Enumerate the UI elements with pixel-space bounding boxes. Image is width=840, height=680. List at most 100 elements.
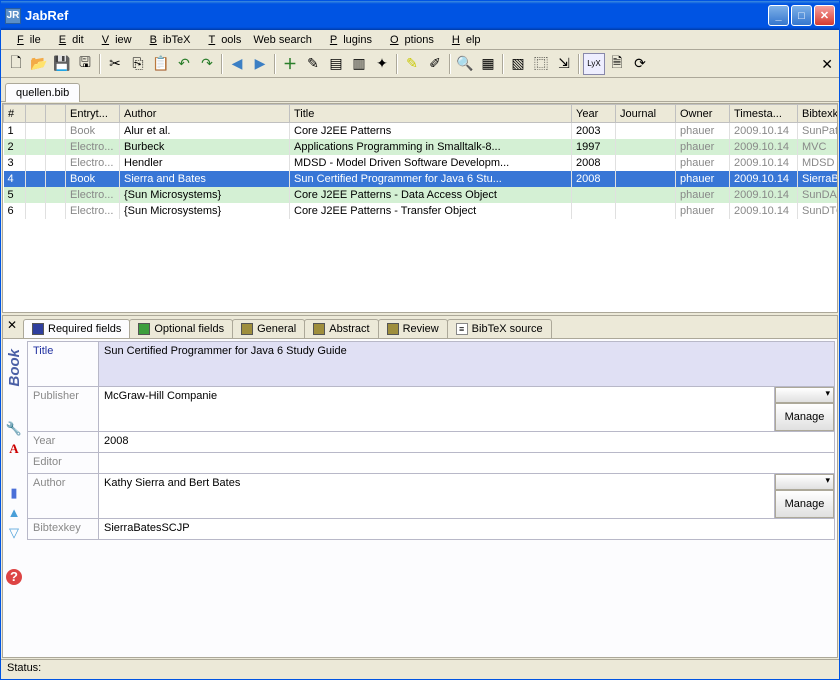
- tab-abstract-label: Abstract: [329, 323, 369, 335]
- copy-icon[interactable]: ⎘: [127, 53, 149, 75]
- input-year[interactable]: 2008: [98, 432, 834, 452]
- publisher-dropdown-icon[interactable]: ▾: [775, 387, 834, 403]
- table-row[interactable]: 6Electro...{Sun Microsystems}Core J2EE P…: [4, 203, 839, 219]
- add-entry-icon[interactable]: ＋: [279, 53, 301, 75]
- editor-close-icon[interactable]: ✕: [3, 316, 21, 338]
- label-publisher: Publisher: [28, 387, 98, 431]
- menu-plugins[interactable]: Plugins: [318, 32, 378, 48]
- tab-abstract[interactable]: Abstract: [304, 319, 378, 338]
- menu-tools[interactable]: Tools: [196, 32, 247, 48]
- redo-icon[interactable]: ↷: [196, 53, 218, 75]
- menu-edit[interactable]: Edit: [47, 32, 90, 48]
- preview-icon[interactable]: ▦: [477, 53, 499, 75]
- tab-required[interactable]: Required fields: [23, 319, 130, 338]
- mark2-icon[interactable]: ✐: [424, 53, 446, 75]
- input-bibtexkey[interactable]: SierraBatesSCJP: [98, 519, 834, 539]
- minimize-button[interactable]: _: [768, 5, 789, 26]
- input-author[interactable]: Kathy Sierra and Bert Bates: [98, 474, 774, 518]
- tab-optional[interactable]: Optional fields: [129, 319, 233, 338]
- input-publisher[interactable]: McGraw-Hill Companie: [98, 387, 774, 431]
- square-olive-icon: [387, 323, 399, 335]
- menu-options[interactable]: Options: [378, 32, 440, 48]
- entries-table: # Entryt... Author Title Year Journal Ow…: [2, 103, 838, 313]
- col-year[interactable]: Year: [572, 105, 616, 123]
- form1-icon[interactable]: ▤: [325, 53, 347, 75]
- note-icon[interactable]: 🗎: [606, 53, 628, 75]
- col-timestamp[interactable]: Timesta...: [730, 105, 798, 123]
- menu-file[interactable]: File: [5, 32, 47, 48]
- toolbar-close-icon[interactable]: ✕: [821, 56, 833, 73]
- file-tab-quellen[interactable]: quellen.bib: [5, 83, 80, 102]
- tab-required-label: Required fields: [48, 323, 121, 335]
- square-olive-icon: [313, 323, 325, 335]
- author-dropdown-icon[interactable]: ▾: [775, 474, 834, 490]
- toolbar: 🗋 📂 💾 🖫 ✂ ⎘ 📋 ↶ ↷ ◀ ▶ ＋ ✎ ▤ ▥ ✦ ✎ ✐ 🔍 ▦ …: [1, 50, 839, 78]
- table-row[interactable]: 5Electro...{Sun Microsystems}Core J2EE P…: [4, 187, 839, 203]
- tab-optional-label: Optional fields: [154, 323, 224, 335]
- publisher-manage-button[interactable]: Manage: [775, 403, 834, 431]
- author-manage-button[interactable]: Manage: [775, 490, 834, 518]
- table-row[interactable]: 4BookSierra and BatesSun Certified Progr…: [4, 171, 839, 187]
- col-author[interactable]: Author: [120, 105, 290, 123]
- search-icon[interactable]: 🔍: [454, 53, 476, 75]
- col-title[interactable]: Title: [290, 105, 572, 123]
- export-icon[interactable]: ⇲: [553, 53, 575, 75]
- table-row[interactable]: 2Electro...BurbeckApplications Programmi…: [4, 139, 839, 155]
- blue-rect-icon[interactable]: ▮: [6, 485, 22, 501]
- save-icon[interactable]: 💾: [51, 53, 73, 75]
- square-olive-icon: [241, 323, 253, 335]
- paste-icon[interactable]: 📋: [150, 53, 172, 75]
- tab-general-label: General: [257, 323, 296, 335]
- col-bibtexkey[interactable]: Bibtexkey: [798, 105, 839, 123]
- wrench-icon[interactable]: 🔧: [6, 421, 22, 437]
- close-button[interactable]: ✕: [814, 5, 835, 26]
- label-title: Title: [28, 342, 98, 386]
- window-title: JabRef: [25, 8, 768, 23]
- entry-editor: ✕ Required fields Optional fields Genera…: [2, 315, 838, 658]
- col-journal[interactable]: Journal: [616, 105, 676, 123]
- input-title[interactable]: Sun Certified Programmer for Java 6 Stud…: [98, 342, 834, 386]
- col-entrytype[interactable]: Entryt...: [66, 105, 120, 123]
- back-icon[interactable]: ◀: [226, 53, 248, 75]
- edit-entry-icon[interactable]: ✎: [302, 53, 324, 75]
- titlebar: JR JabRef _ □ ✕: [1, 1, 839, 30]
- help-icon[interactable]: ?: [6, 569, 22, 585]
- up-arrow-icon[interactable]: ▲: [6, 505, 22, 521]
- form2-icon[interactable]: ▥: [348, 53, 370, 75]
- dup-icon[interactable]: ⿴: [530, 53, 552, 75]
- mark1-icon[interactable]: ✎: [401, 53, 423, 75]
- table-row[interactable]: 1BookAlur et al.Core J2EE Patterns2003ph…: [4, 123, 839, 139]
- tab-source[interactable]: ≡ BibTeX source: [447, 319, 552, 338]
- cols-icon[interactable]: ▧: [507, 53, 529, 75]
- menu-view[interactable]: View: [90, 32, 138, 48]
- down-arrow-icon[interactable]: ▽: [6, 525, 22, 541]
- menu-help[interactable]: Help: [440, 32, 487, 48]
- col-icon1[interactable]: [26, 105, 46, 123]
- square-blue-icon: [32, 323, 44, 335]
- col-icon2[interactable]: [46, 105, 66, 123]
- wand-icon[interactable]: ✦: [371, 53, 393, 75]
- menu-bibtex[interactable]: BibTeX: [138, 32, 197, 48]
- pdf-icon[interactable]: A: [6, 441, 22, 457]
- tab-review[interactable]: Review: [378, 319, 448, 338]
- input-editor[interactable]: [98, 453, 834, 473]
- tab-general[interactable]: General: [232, 319, 305, 338]
- tab-source-label: BibTeX source: [472, 323, 543, 335]
- tab-review-label: Review: [403, 323, 439, 335]
- undo-icon[interactable]: ↶: [173, 53, 195, 75]
- maximize-button[interactable]: □: [791, 5, 812, 26]
- refresh-icon[interactable]: ⟳: [629, 53, 651, 75]
- table-row[interactable]: 3Electro...HendlerMDSD - Model Driven So…: [4, 155, 839, 171]
- open-icon[interactable]: 📂: [28, 53, 50, 75]
- col-owner[interactable]: Owner: [676, 105, 730, 123]
- lyx-icon[interactable]: LyX: [583, 53, 605, 75]
- bibtex-source-icon: ≡: [456, 323, 468, 335]
- forward-icon[interactable]: ▶: [249, 53, 271, 75]
- statusbar: Status:: [1, 659, 839, 679]
- file-tabs: quellen.bib: [1, 78, 839, 102]
- saveall-icon[interactable]: 🖫: [74, 53, 96, 75]
- menu-websearch[interactable]: Web search: [247, 32, 318, 48]
- new-icon[interactable]: 🗋: [5, 53, 27, 75]
- col-num[interactable]: #: [4, 105, 26, 123]
- cut-icon[interactable]: ✂: [104, 53, 126, 75]
